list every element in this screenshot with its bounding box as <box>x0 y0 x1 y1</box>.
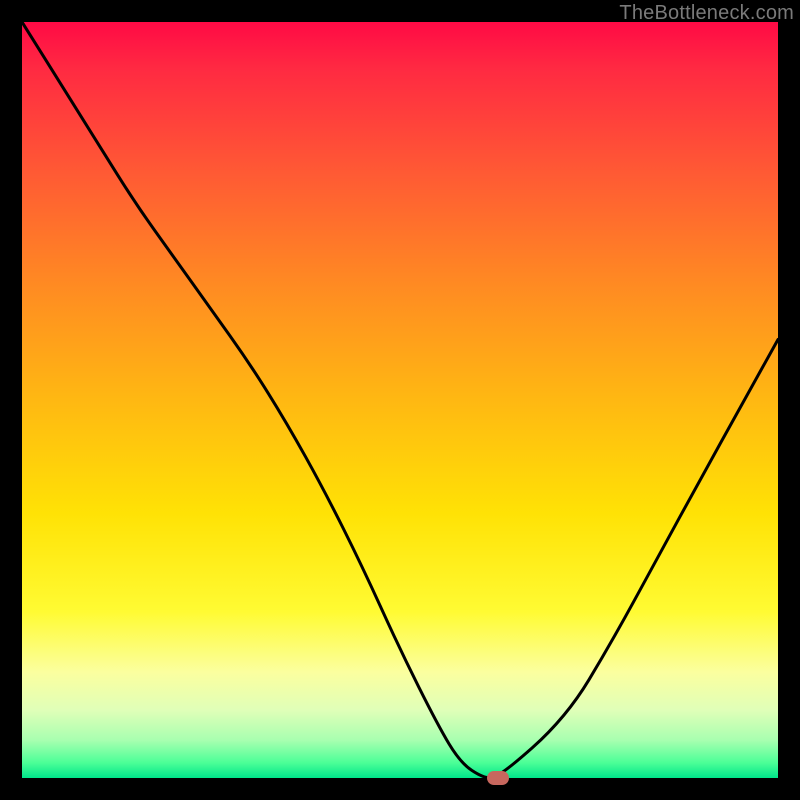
bottleneck-curve <box>22 22 778 778</box>
curve-layer <box>22 22 778 778</box>
chart-frame: TheBottleneck.com <box>0 0 800 800</box>
watermark-text: TheBottleneck.com <box>619 2 794 25</box>
optimum-marker <box>487 771 509 785</box>
